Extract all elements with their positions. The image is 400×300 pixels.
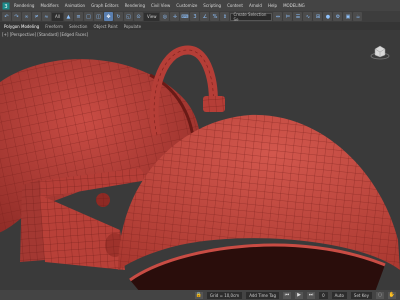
go-to-end-icon[interactable]: ⏭ bbox=[307, 291, 316, 299]
menu-item-workspace[interactable]: MODELING bbox=[280, 3, 308, 8]
menu-item[interactable]: Content bbox=[224, 3, 246, 8]
menu-item[interactable]: Help bbox=[265, 3, 280, 8]
tab-populate[interactable]: Populate bbox=[124, 24, 141, 29]
app-logo-icon[interactable]: 3 bbox=[0, 0, 11, 11]
mirror-icon[interactable]: ⇔ bbox=[273, 12, 283, 21]
menu-item[interactable]: Rendering bbox=[122, 3, 148, 8]
rendered-frame-window-icon[interactable]: ▣ bbox=[343, 12, 353, 21]
menu-item[interactable]: Animation bbox=[62, 3, 88, 8]
tab-selection[interactable]: Selection bbox=[69, 24, 87, 29]
spinner-snap-icon[interactable]: ⇕ bbox=[220, 12, 230, 21]
select-object-icon[interactable]: ▲ bbox=[63, 12, 73, 21]
link-icon[interactable]: ∞ bbox=[22, 12, 31, 21]
perspective-viewport[interactable]: [+] [Perspective] [Standard] [Edged Face… bbox=[0, 30, 400, 290]
snaps-toggle-icon[interactable]: 3 bbox=[190, 12, 200, 21]
pivot-center-icon[interactable]: ◎ bbox=[160, 12, 170, 21]
select-by-name-icon[interactable]: ≡ bbox=[73, 12, 83, 21]
lock-selection-icon[interactable]: 🔒 bbox=[194, 291, 203, 299]
menu-bar: 3 Rendering Modifiers Animation Graph Ed… bbox=[0, 0, 400, 11]
viewport-label[interactable]: [+] [Perspective] [Standard] [Edged Face… bbox=[2, 32, 88, 37]
select-and-move-icon[interactable]: ✥ bbox=[103, 12, 113, 21]
play-icon[interactable]: ▶ bbox=[295, 291, 304, 299]
ribbon-tabs: Polygon Modeling Freeform Selection Obje… bbox=[0, 22, 400, 30]
viewcube[interactable] bbox=[370, 44, 390, 64]
layer-explorer-icon[interactable]: ☰ bbox=[293, 12, 303, 21]
window-crossing-icon[interactable]: ◫ bbox=[93, 12, 103, 21]
menu-item[interactable]: Arnold bbox=[246, 3, 265, 8]
select-and-place-icon[interactable]: ⊙ bbox=[133, 12, 143, 21]
undo-icon[interactable]: ↶ bbox=[2, 12, 11, 21]
selection-set-field[interactable]: Create Selection Se bbox=[230, 12, 273, 22]
tab-polygon-modeling[interactable]: Polygon Modeling bbox=[4, 24, 39, 29]
auto-key-button[interactable]: Auto bbox=[331, 291, 347, 299]
unlink-icon[interactable]: ≠ bbox=[32, 12, 41, 21]
rectangle-selection-icon[interactable]: □ bbox=[83, 12, 93, 21]
menu-item[interactable]: Customize bbox=[173, 3, 200, 8]
bind-space-warp-icon[interactable]: ≈ bbox=[42, 12, 51, 21]
tab-object-paint[interactable]: Object Paint bbox=[93, 24, 117, 29]
reference-coordinate-dropdown[interactable]: View bbox=[143, 12, 160, 21]
scene-render bbox=[0, 45, 400, 290]
keyboard-shortcut-icon[interactable]: ⌨ bbox=[180, 12, 190, 21]
frame-field[interactable]: 0 bbox=[319, 291, 328, 299]
menu-item[interactable]: Graph Editors bbox=[88, 3, 121, 8]
schematic-view-icon[interactable]: ⊞ bbox=[313, 12, 323, 21]
align-icon[interactable]: ⊨ bbox=[283, 12, 293, 21]
grid-readout: Grid = 10,0cm bbox=[206, 291, 243, 299]
menu-item[interactable]: Civil View bbox=[148, 3, 173, 8]
menu-item[interactable]: Scripting bbox=[200, 3, 224, 8]
render-production-icon[interactable]: ☕ bbox=[353, 12, 363, 21]
curve-editor-icon[interactable]: ∿ bbox=[303, 12, 313, 21]
set-key-button[interactable]: Set Key bbox=[350, 291, 372, 299]
pan-icon[interactable]: ✋ bbox=[388, 291, 396, 299]
orbit-icon[interactable]: ◌ bbox=[376, 291, 384, 299]
add-time-tag-button[interactable]: Add Time Tag bbox=[246, 291, 280, 299]
menu-item[interactable]: Modifiers bbox=[37, 3, 61, 8]
main-toolbar: ↶ ↷ ∞ ≠ ≈ All ▲ ≡ □ ◫ ✥ ↻ ◱ ⊙ View ◎ ✛ ⌨… bbox=[0, 11, 400, 22]
select-and-rotate-icon[interactable]: ↻ bbox=[113, 12, 123, 21]
material-editor-icon[interactable]: ● bbox=[323, 12, 333, 21]
tab-freeform[interactable]: Freeform bbox=[45, 24, 63, 29]
angle-snap-icon[interactable]: ∠ bbox=[200, 12, 210, 21]
svg-text:3: 3 bbox=[4, 4, 7, 10]
select-and-scale-icon[interactable]: ◱ bbox=[123, 12, 133, 21]
redo-icon[interactable]: ↷ bbox=[12, 12, 21, 21]
status-bar: 🔒 Grid = 10,0cm Add Time Tag ⏮ ▶ ⏭ 0 Aut… bbox=[0, 290, 400, 300]
menu-item[interactable]: Rendering bbox=[11, 3, 37, 8]
percent-snap-icon[interactable]: % bbox=[210, 12, 220, 21]
selection-filter-dropdown[interactable]: All bbox=[52, 12, 63, 21]
go-to-start-icon[interactable]: ⏮ bbox=[283, 291, 292, 299]
manipulate-icon[interactable]: ✛ bbox=[170, 12, 180, 21]
render-setup-icon[interactable]: ⚙ bbox=[333, 12, 343, 21]
